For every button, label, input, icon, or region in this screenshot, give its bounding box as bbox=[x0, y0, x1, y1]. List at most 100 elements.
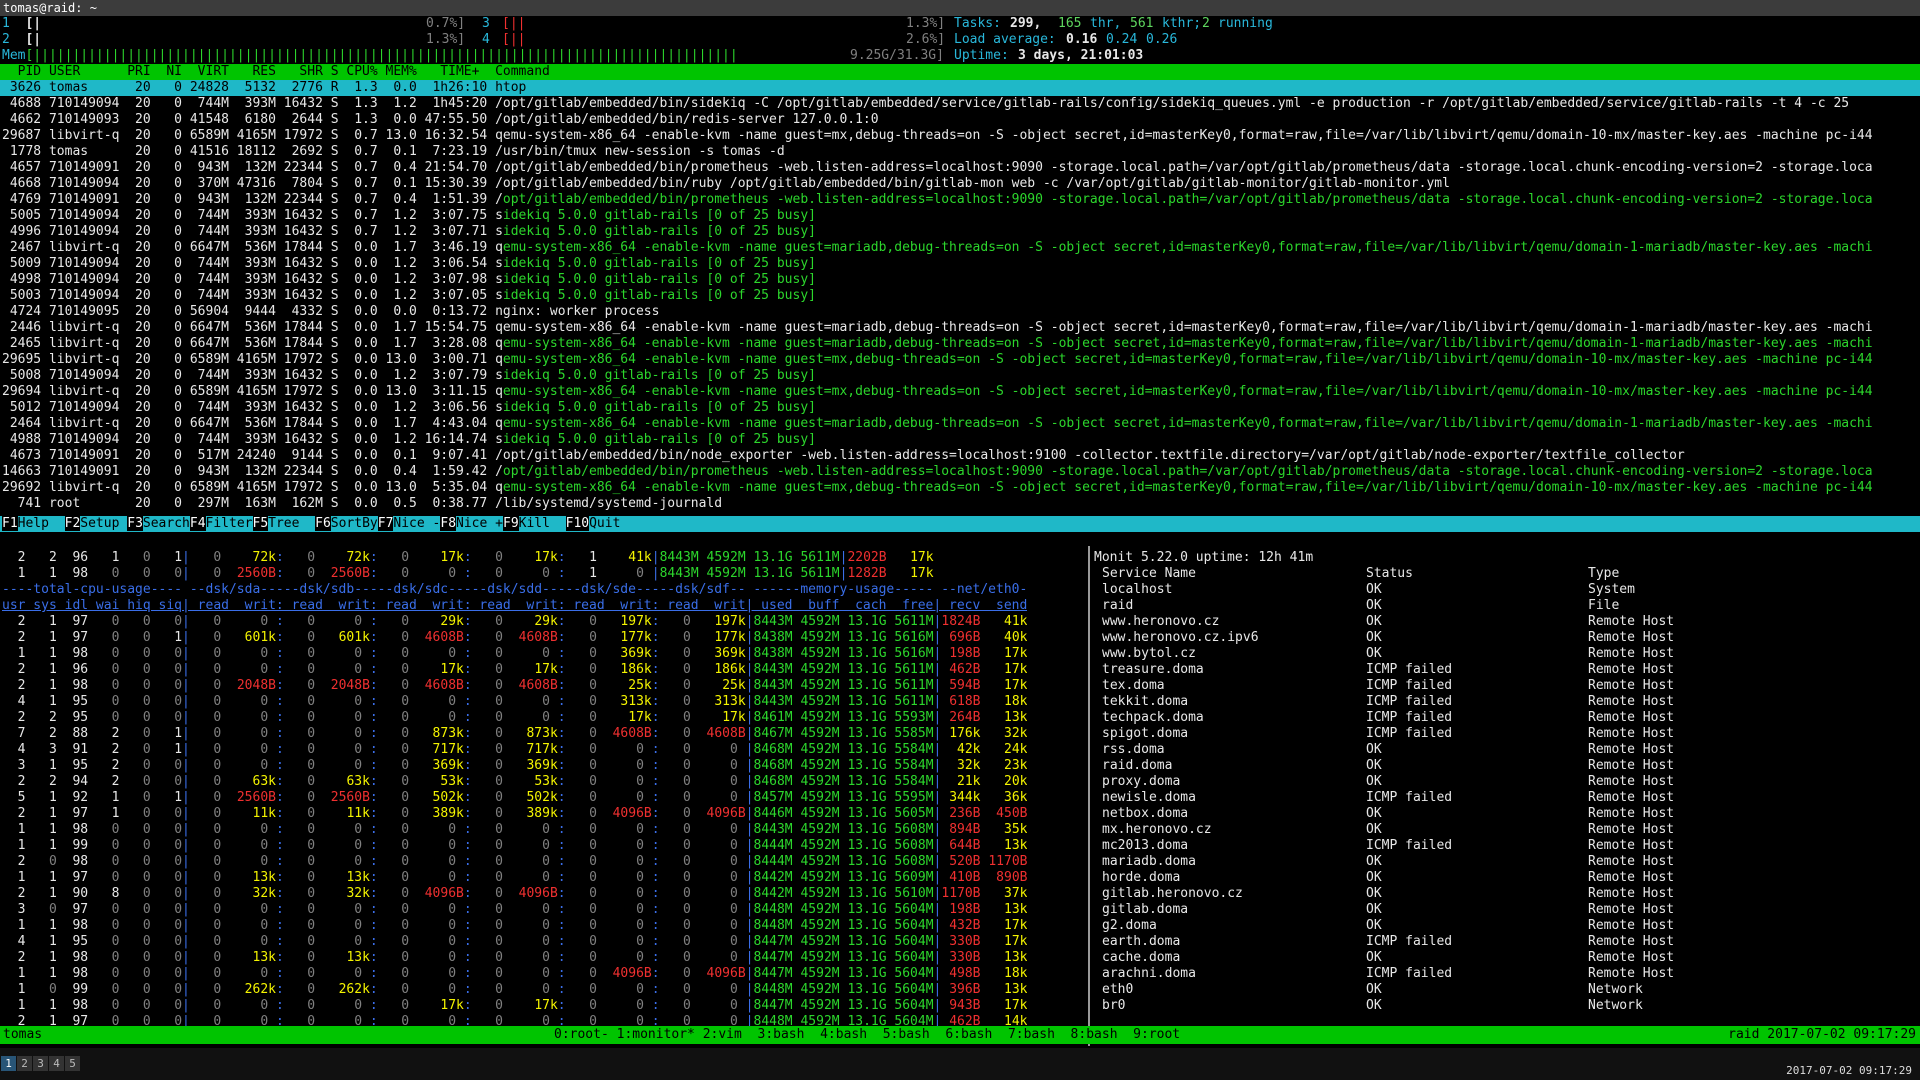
monit-service-row[interactable]: eth0 OK Network bbox=[1094, 982, 1914, 998]
monit-service-row[interactable]: techpack.doma ICMP failed Remote Host bbox=[1094, 710, 1914, 726]
process-row[interactable]: 29692 libvirt-q 20 0 6589M 4165M 17972 S… bbox=[2, 480, 1918, 496]
monit-service-status: OK bbox=[1366, 870, 1382, 885]
process-row[interactable]: 2446 libvirt-q 20 0 6647M 536M 17844 S 0… bbox=[2, 320, 1918, 336]
fkey-label[interactable]: SortBy bbox=[331, 516, 378, 531]
process-row[interactable]: 4996 710149094 20 0 744M 393M 16432 S 0.… bbox=[2, 224, 1918, 240]
fkey-label[interactable]: Search bbox=[143, 516, 190, 531]
process-row[interactable]: 4673 710149091 20 0 517M 24240 9144 S 0.… bbox=[2, 448, 1918, 464]
terminal[interactable]: 1 [| 0.7%] 3 [|| 1.3%] Tasks: 299, 165 thr, 561 kt… bbox=[0, 16, 1920, 1048]
dstat-panel[interactable]: 2 2 96 1 0 1| 0 72k: 0 72k: 0 17k: 0 17k… bbox=[0, 546, 1086, 1046]
monit-service-row[interactable]: rss.doma OK Remote Host bbox=[1094, 742, 1914, 758]
monit-service-row[interactable]: earth.doma ICMP failed Remote Host bbox=[1094, 934, 1914, 950]
monit-service-row[interactable]: cache.doma OK Remote Host bbox=[1094, 950, 1914, 966]
monit-service-row[interactable]: raid.doma OK Remote Host bbox=[1094, 758, 1914, 774]
monit-service-row[interactable]: tekkit.doma ICMP failed Remote Host bbox=[1094, 694, 1914, 710]
process-row[interactable]: 5008 710149094 20 0 744M 393M 16432 S 0.… bbox=[2, 368, 1918, 384]
dstat-row: 2 1 98 0 0 0| 0 13k: 0 13k: 0 0 : 0 0 : … bbox=[17, 950, 1028, 965]
process-row[interactable]: 14663 710149091 20 0 943M 132M 22344 S 0… bbox=[2, 464, 1918, 480]
monit-service-row[interactable]: spigot.doma ICMP failed Remote Host bbox=[1094, 726, 1914, 742]
monit-service-row[interactable]: localhost OK System bbox=[1094, 582, 1914, 598]
monit-service-status: ICMP failed bbox=[1366, 694, 1453, 709]
monit-service-row[interactable]: gitlab.doma OK Remote Host bbox=[1094, 902, 1914, 918]
process-row[interactable]: 4668 710149094 20 0 370M 47316 7804 S 0.… bbox=[2, 176, 1918, 192]
monit-service-type: Network bbox=[1588, 982, 1643, 997]
process-fields: 741 root 20 0 297M 163M 162M S 0.0 0.5 0… bbox=[2, 496, 503, 511]
monit-service-row[interactable]: treasure.doma ICMP failed Remote Host bbox=[1094, 662, 1914, 678]
monit-panel[interactable]: Monit 5.22.0 uptime: 12h 41m Service Name… bbox=[1092, 546, 1918, 1046]
process-row[interactable]: 4688 710149094 20 0 744M 393M 16432 S 1.… bbox=[2, 96, 1918, 112]
monit-service-row[interactable]: mx.heronovo.cz OK Remote Host bbox=[1094, 822, 1914, 838]
monit-service-row[interactable]: mariadb.doma OK Remote Host bbox=[1094, 854, 1914, 870]
workspace-button-1[interactable]: 1 bbox=[1, 1056, 16, 1071]
process-row[interactable]: 29687 libvirt-q 20 0 6589M 4165M 17972 S… bbox=[2, 128, 1918, 144]
monit-service-row[interactable]: www.bytol.cz OK Remote Host bbox=[1094, 646, 1914, 662]
process-row[interactable]: 4769 710149091 20 0 943M 132M 22344 S 0.… bbox=[2, 192, 1918, 208]
process-row[interactable]: 2465 libvirt-q 20 0 6647M 536M 17844 S 0… bbox=[2, 336, 1918, 352]
dstat-row: 1 1 98 0 0 0| 0 0 : 0 0 : 0 0 : 0 0 : 0 … bbox=[17, 966, 1028, 981]
process-row[interactable]: 1778 tomas 20 0 41516 18112 2692 S 0.7 0… bbox=[2, 144, 1918, 160]
process-row[interactable]: 4662 710149093 20 0 41548 6180 2644 S 1.… bbox=[2, 112, 1918, 128]
workspace-button-3[interactable]: 3 bbox=[33, 1056, 48, 1071]
monit-service-row[interactable]: newisle.doma ICMP failed Remote Host bbox=[1094, 790, 1914, 806]
workspace-button-2[interactable]: 2 bbox=[17, 1056, 32, 1071]
monit-service-row[interactable]: g2.doma OK Remote Host bbox=[1094, 918, 1914, 934]
monit-service-status: OK bbox=[1366, 950, 1382, 965]
monit-service-row[interactable]: horde.doma OK Remote Host bbox=[1094, 870, 1914, 886]
fkey-label[interactable]: Kill bbox=[519, 516, 566, 531]
monit-service-row[interactable]: tex.doma ICMP failed Remote Host bbox=[1094, 678, 1914, 694]
process-command: opt/gitlab/embedded/bin/redis-server 127… bbox=[502, 112, 879, 127]
dstat-row: 1 1 98 0 0 0| 0 0 : 0 0 : 0 0 : 0 0 : 0 … bbox=[17, 646, 1028, 661]
process-row[interactable]: 4988 710149094 20 0 744M 393M 16432 S 0.… bbox=[2, 432, 1918, 448]
process-row[interactable]: 29695 libvirt-q 20 0 6589M 4165M 17972 S… bbox=[2, 352, 1918, 368]
htop-mem-row: Mem[||||||||||||||||||||||||||||||||||||… bbox=[2, 48, 1144, 63]
process-row[interactable]: 4998 710149094 20 0 744M 393M 16432 S 0.… bbox=[2, 272, 1918, 288]
monit-service-row[interactable]: netbox.doma OK Remote Host bbox=[1094, 806, 1914, 822]
process-row[interactable]: 4724 710149095 20 0 56904 9444 4332 S 0.… bbox=[2, 304, 1918, 320]
monit-service-type: Remote Host bbox=[1588, 758, 1675, 773]
process-row[interactable]: 5005 710149094 20 0 744M 393M 16432 S 0.… bbox=[2, 208, 1918, 224]
fkey-label[interactable]: Quit bbox=[589, 516, 636, 531]
process-row[interactable]: 741 root 20 0 297M 163M 162M S 0.0 0.5 0… bbox=[2, 496, 1918, 512]
process-fields: 5012 710149094 20 0 744M 393M 16432 S 0.… bbox=[2, 400, 503, 415]
dstat-row: 1 1 98 0 0 0| 0 0 : 0 0 : 0 17k: 0 17k: … bbox=[17, 998, 1028, 1013]
process-command: usr/bin/tmux new-session -s tomas -d bbox=[502, 144, 785, 159]
process-row[interactable]: 5012 710149094 20 0 744M 393M 16432 S 0.… bbox=[2, 400, 1918, 416]
process-row[interactable]: 5003 710149094 20 0 744M 393M 16432 S 0.… bbox=[2, 288, 1918, 304]
process-row[interactable]: 2464 libvirt-q 20 0 6647M 536M 17844 S 0… bbox=[2, 416, 1918, 432]
htop-column-header[interactable]: PID USER PRI NI VIRT RES SHR S CPU% MEM%… bbox=[0, 64, 1920, 80]
process-fields: 5003 710149094 20 0 744M 393M 16432 S 0.… bbox=[2, 288, 503, 303]
monit-service-row[interactable]: proxy.doma OK Remote Host bbox=[1094, 774, 1914, 790]
tmux-window-list[interactable]: 0:root- 1:monitor* 2:vim 3:bash 4:bash 5… bbox=[554, 1026, 1180, 1044]
monit-service-type: Remote Host bbox=[1588, 742, 1675, 757]
process-fields: 4724 710149095 20 0 56904 9444 4332 S 0.… bbox=[2, 304, 503, 319]
monit-service-row[interactable]: mc2013.doma ICMP failed Remote Host bbox=[1094, 838, 1914, 854]
monit-service-row[interactable]: raid OK File bbox=[1094, 598, 1914, 614]
process-row[interactable]: 4657 710149091 20 0 943M 132M 22344 S 0.… bbox=[2, 160, 1918, 176]
monit-service-type: Remote Host bbox=[1588, 966, 1675, 981]
monit-service-status: OK bbox=[1366, 742, 1382, 757]
fkey-label[interactable]: Help bbox=[18, 516, 65, 531]
fkey-label[interactable]: Filter bbox=[206, 516, 253, 531]
monit-service-row[interactable]: arachni.doma ICMP failed Remote Host bbox=[1094, 966, 1914, 982]
fkey-label[interactable]: Tree bbox=[268, 516, 315, 531]
monit-column-label: Service Name bbox=[1102, 566, 1196, 581]
monit-service-status: OK bbox=[1366, 598, 1382, 613]
fkey-label[interactable]: Nice + bbox=[456, 516, 503, 531]
monit-service-row[interactable]: www.heronovo.cz.ipv6 OK Remote Host bbox=[1094, 630, 1914, 646]
monit-service-row[interactable]: gitlab.heronovo.cz OK Remote Host bbox=[1094, 886, 1914, 902]
process-row[interactable]: 5009 710149094 20 0 744M 393M 16432 S 0.… bbox=[2, 256, 1918, 272]
process-row[interactable]: 3626 tomas 20 0 24828 5132 2776 R 1.3 0.… bbox=[0, 80, 1920, 96]
process-row[interactable]: 29694 libvirt-q 20 0 6589M 4165M 17972 S… bbox=[2, 384, 1918, 400]
process-row[interactable]: 2467 libvirt-q 20 0 6647M 536M 17844 S 0… bbox=[2, 240, 1918, 256]
dstat-row: 1 1 97 0 0 0| 0 13k: 0 13k: 0 0 : 0 0 : … bbox=[17, 870, 1028, 885]
monit-service-row[interactable]: br0 OK Network bbox=[1094, 998, 1914, 1014]
process-command: opt/gitlab/embedded/bin/prometheus -web.… bbox=[502, 192, 1873, 207]
monit-service-row[interactable]: www.heronovo.cz OK Remote Host bbox=[1094, 614, 1914, 630]
process-fields: 4988 710149094 20 0 744M 393M 16432 S 0.… bbox=[2, 432, 503, 447]
fkey-label[interactable]: Setup bbox=[80, 516, 127, 531]
workspace-button-4[interactable]: 4 bbox=[49, 1056, 64, 1071]
process-fields: 4668 710149094 20 0 370M 47316 7804 S 0.… bbox=[2, 176, 503, 191]
process-command: lib/systemd/systemd-journald bbox=[502, 496, 723, 511]
fkey-label[interactable]: Nice - bbox=[393, 516, 440, 531]
workspace-button-5[interactable]: 5 bbox=[65, 1056, 80, 1071]
